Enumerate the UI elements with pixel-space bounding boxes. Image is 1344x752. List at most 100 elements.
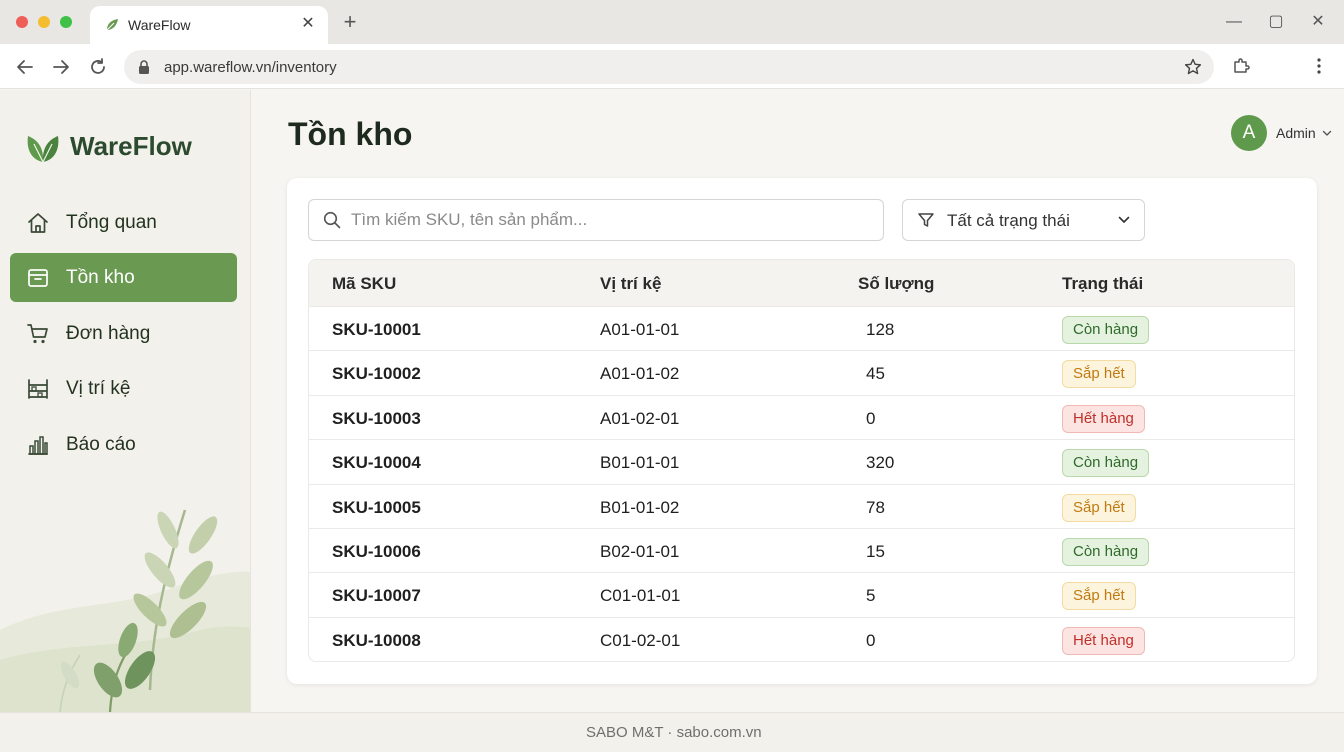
table-row[interactable]: SKU-10004 B01-01-01 320 Còn hàng [309,439,1294,483]
sku-cell: SKU-10008 [332,630,421,650]
avatar: A [1231,115,1267,151]
status-badge: Còn hàng [1062,537,1150,566]
quantity-cell: 128 [866,320,895,339]
sku-cell: SKU-10004 [332,453,421,473]
lock-icon [139,60,149,74]
zoom-window-button[interactable] [60,16,72,28]
browser-tab[interactable]: WareFlow ✕ [90,6,328,44]
table-row[interactable]: SKU-10008 C01-02-01 0 Hết hàng [309,616,1294,661]
quantity-cell: 5 [866,586,876,606]
shelf-icon [28,379,48,399]
minimize-window-button[interactable] [38,16,50,28]
box-icon [28,269,48,287]
close-icon[interactable]: ✕ [1308,12,1328,32]
reload-icon[interactable] [87,56,109,78]
plant-illustration [0,509,250,712]
status-badge: Sắp hết [1062,582,1136,611]
quantity-cell: 0 [866,408,876,428]
location-cell: B02-01-01 [600,541,680,561]
leaf-logo-icon [27,136,59,163]
extensions-icon[interactable] [1232,57,1250,75]
sidebar-item-label: Vị trí kệ [66,378,131,399]
location-cell: C01-01-01 [600,586,681,606]
browser-menu-icon[interactable] [1312,56,1326,76]
sidebar-item-inventory[interactable]: Tồn kho [10,253,237,302]
inventory-table: Mã SKU Vị trí kệ Số lượng Trạng thái SKU… [308,259,1295,663]
sidebar-item-label: Tổng quan [66,212,157,233]
location-cell: A01-01-01 [600,320,680,339]
tab-title: WareFlow [128,17,191,33]
sku-cell: SKU-10001 [332,320,421,339]
status-badge: Còn hàng [1062,316,1150,344]
chevron-down-icon [1118,216,1130,223]
back-arrow-icon[interactable] [14,56,36,78]
sku-cell: SKU-10005 [332,497,421,517]
sidebar-item-label: Báo cáo [66,434,136,455]
url-text: app.wareflow.vn/inventory [164,59,337,76]
sku-cell: SKU-10007 [332,586,421,606]
close-window-button[interactable] [16,16,28,28]
status-badge: Còn hàng [1062,449,1150,478]
close-tab-icon[interactable]: ✕ [298,14,318,34]
quantity-cell: 45 [866,364,885,384]
table-row[interactable]: SKU-10002 A01-01-02 45 Sắp hết [309,350,1294,394]
sku-cell: SKU-10003 [332,408,421,428]
sidebar-item-orders[interactable]: Đơn hàng [10,309,237,358]
sidebar-item-overview[interactable]: Tổng quan [10,198,237,247]
status-badge: Hết hàng [1062,404,1145,433]
quantity-cell: 0 [866,630,876,650]
location-cell: A01-02-01 [600,408,680,428]
sidebar: WareFlow Tổng quan Tồn kho Đơn hàng Vị t… [0,90,251,752]
leaf-favicon-icon [106,19,118,31]
location-cell: C01-02-01 [600,630,681,650]
status-filter-dropdown[interactable]: Tất cả trạng thái [902,199,1145,241]
inventory-card: Tất cả trạng thái Mã SKU Vị trí kệ Số lư… [287,178,1317,684]
page-title: Tồn kho [288,116,413,152]
status-badge: Sắp hết [1062,360,1136,389]
filter-icon [918,213,934,227]
sku-cell: SKU-10006 [332,541,421,561]
location-cell: B01-01-01 [600,453,680,473]
brand-name: WareFlow [70,131,192,161]
column-header-status[interactable]: Trạng thái [1062,274,1143,294]
table-row[interactable]: SKU-10005 B01-01-02 78 Sắp hết [309,483,1294,528]
chevron-down-icon [1322,130,1332,136]
column-header-quantity[interactable]: Số lượng [858,274,934,294]
table-row[interactable]: SKU-10007 C01-01-01 5 Sắp hết [309,572,1294,616]
search-box[interactable] [308,199,884,241]
quantity-cell: 78 [866,497,885,517]
status-filter-value: Tất cả trạng thái [947,211,1070,230]
sidebar-item-label: Tồn kho [66,267,135,288]
footer-text: SABO M&T · sabo.com.vn [586,724,762,741]
footer: SABO M&T · sabo.com.vn [0,712,1344,752]
column-header-location[interactable]: Vị trí kệ [600,274,661,294]
maximize-icon[interactable]: ▢ [1266,12,1286,32]
table-row[interactable]: SKU-10001 A01-01-01 128 Còn hàng [309,306,1294,350]
sidebar-item-reports[interactable]: Báo cáo [10,420,237,469]
location-cell: B01-01-02 [600,497,680,517]
sku-cell: SKU-10002 [332,364,421,384]
sidebar-item-label: Đơn hàng [66,323,151,344]
quantity-cell: 320 [866,453,895,473]
column-header-sku[interactable]: Mã SKU [332,274,396,294]
quantity-cell: 15 [866,541,885,561]
search-input[interactable] [351,206,871,234]
address-bar: app.wareflow.vn/inventory [0,44,1344,89]
home-icon [28,213,48,233]
user-name: Admin [1276,125,1316,141]
new-tab-icon[interactable]: + [340,11,360,33]
status-badge: Hết hàng [1062,626,1145,655]
url-field[interactable]: app.wareflow.vn/inventory [124,50,1214,84]
browser-tab-bar: WareFlow ✕ + — ▢ ✕ [0,0,1344,44]
status-badge: Sắp hết [1062,493,1136,522]
search-icon [323,211,341,229]
table-header: Mã SKU Vị trí kệ Số lượng Trạng thái [309,260,1294,306]
sidebar-item-shelf-locations[interactable]: Vị trí kệ [10,364,237,413]
cart-icon [27,324,48,344]
table-row[interactable]: SKU-10003 A01-02-01 0 Hết hàng [309,394,1294,439]
minimize-icon[interactable]: — [1224,12,1244,32]
location-cell: A01-01-02 [600,364,680,384]
table-row[interactable]: SKU-10006 B02-01-01 15 Còn hàng [309,527,1294,572]
bookmark-star-icon[interactable] [1184,58,1202,76]
forward-arrow-icon[interactable] [50,56,72,78]
